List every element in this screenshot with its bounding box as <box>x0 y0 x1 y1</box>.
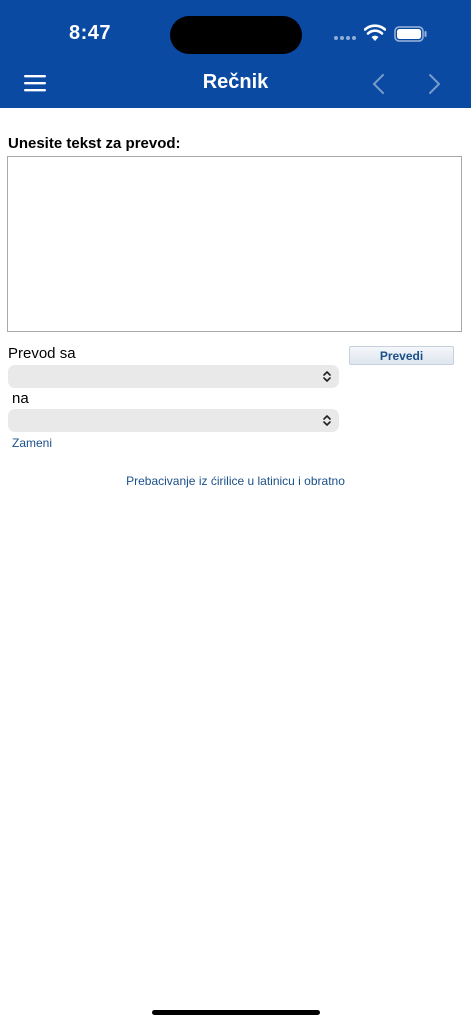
top-bar: 8:47 Rečnik <box>0 0 471 108</box>
page-title: Rečnik <box>202 71 269 93</box>
from-language-label: Prevod sa <box>8 345 76 362</box>
chevron-left-icon[interactable] <box>371 73 385 95</box>
translate-button[interactable]: Prevedi <box>349 346 454 365</box>
from-language-select[interactable] <box>8 365 339 388</box>
battery-icon <box>394 26 427 42</box>
updown-icon <box>323 371 331 382</box>
dynamic-island <box>170 16 302 54</box>
to-language-select[interactable] <box>8 409 339 432</box>
signal-icon <box>334 36 356 40</box>
input-prompt-label: Unesite tekst za prevod: <box>8 135 181 152</box>
wifi-icon <box>364 24 386 41</box>
status-time: 8:47 <box>69 22 112 44</box>
chevron-right-icon[interactable] <box>428 73 442 95</box>
swap-languages-link[interactable]: Zameni <box>12 436 52 450</box>
script-toggle-link[interactable]: Prebacivanje iz ćirilice u latinicu i ob… <box>0 474 471 488</box>
updown-icon <box>323 415 331 426</box>
to-language-label: na <box>12 390 29 407</box>
translation-text-input[interactable] <box>7 156 462 332</box>
home-indicator[interactable] <box>152 1010 320 1015</box>
